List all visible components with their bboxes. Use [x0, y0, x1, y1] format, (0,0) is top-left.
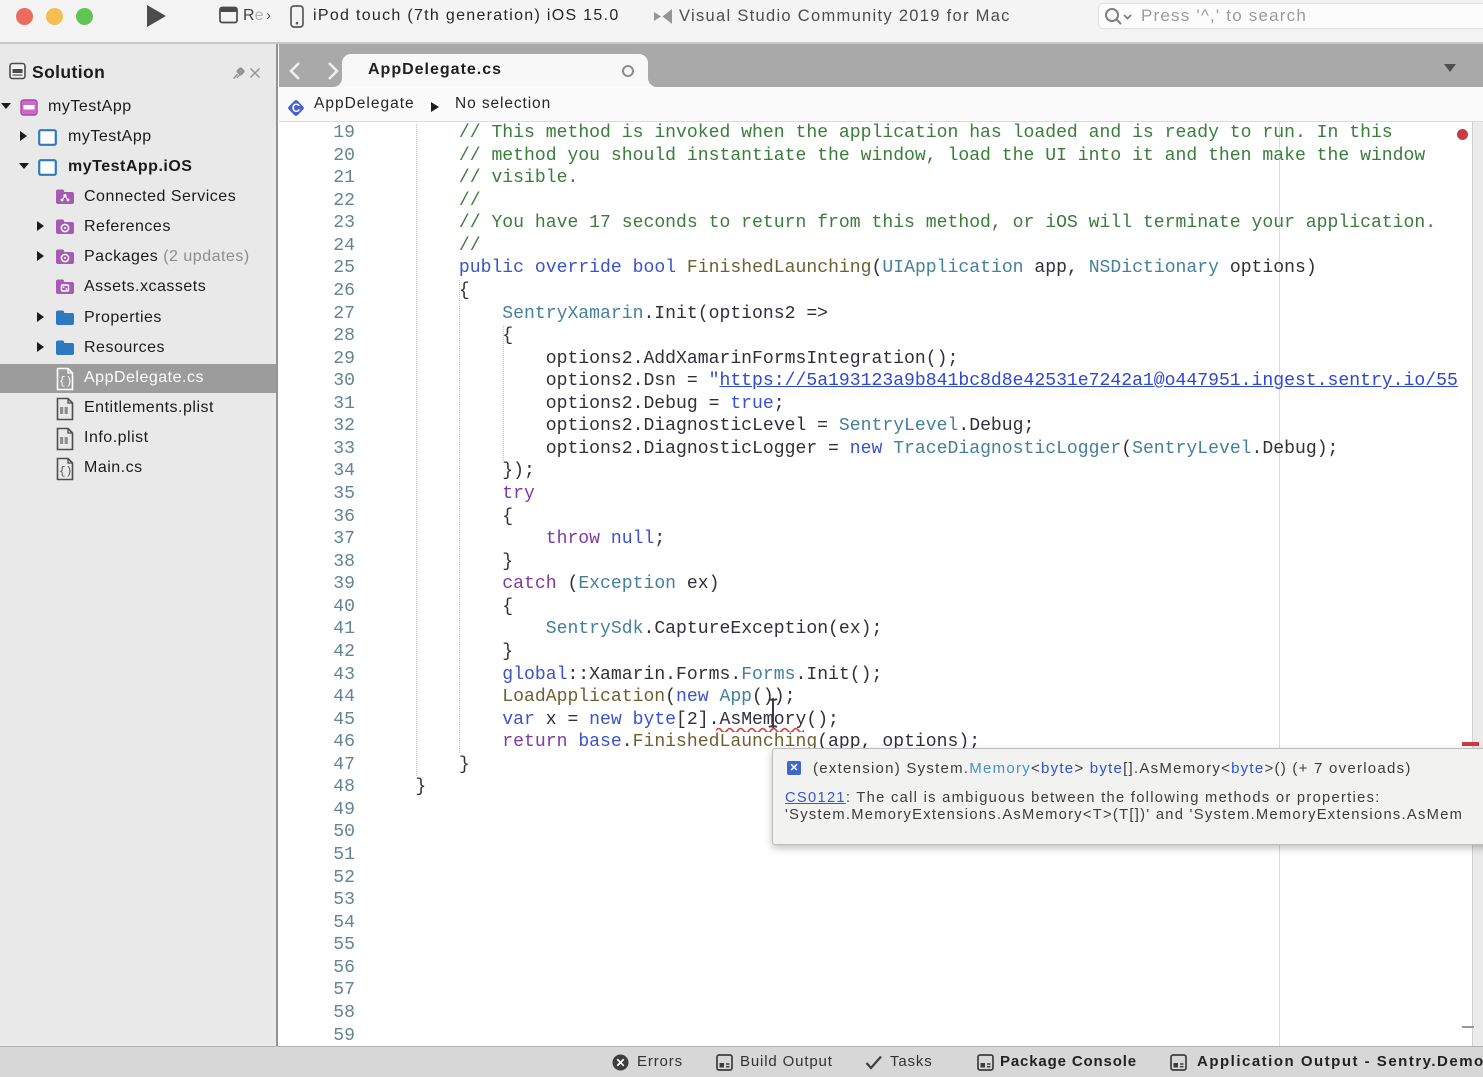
- svg-text:{): {): [59, 466, 72, 478]
- svg-text:C: C: [292, 103, 300, 115]
- svg-text:{): {): [59, 376, 72, 388]
